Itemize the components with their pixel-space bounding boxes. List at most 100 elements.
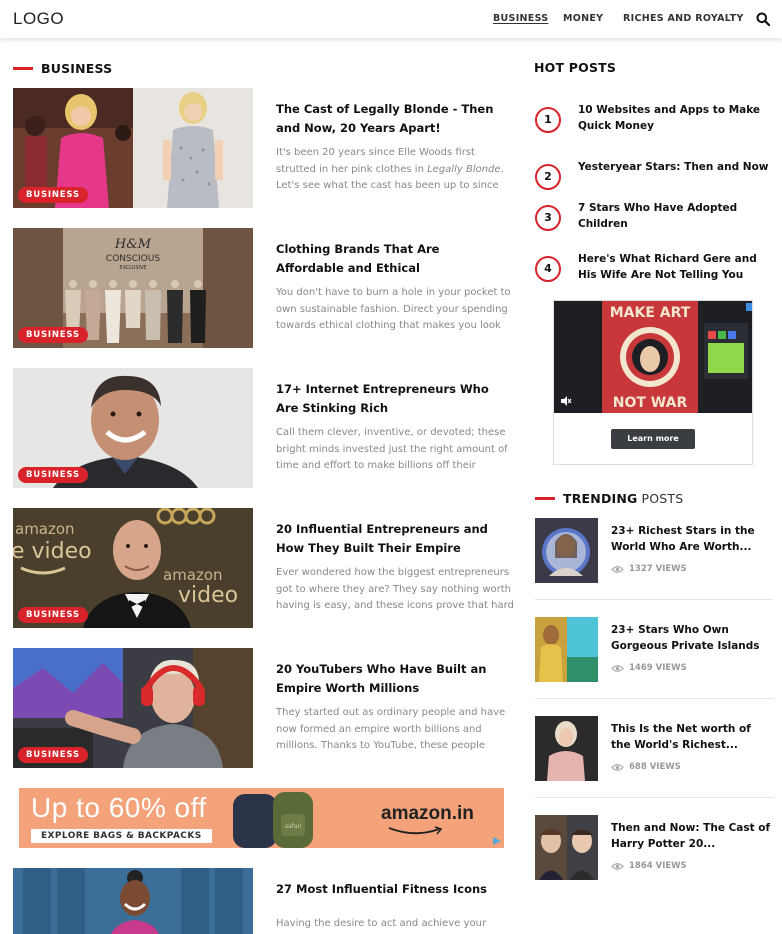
trending-post-item[interactable]: This Is the Net worth of the World's Ric… <box>535 716 773 782</box>
article-thumbnail[interactable]: amazon e video amazon video BUSINESS <box>13 508 253 628</box>
amazon-brand: amazon.in <box>381 803 474 824</box>
article-thumbnail[interactable]: H&M CONSCIOUS EXCLUSIVE BUSINESS <box>13 228 253 348</box>
category-badge[interactable]: BUSINESS <box>18 187 88 203</box>
trending-heading-bold: TRENDING <box>563 491 638 506</box>
trending-thumbnail[interactable] <box>535 617 598 682</box>
poster-top-text: MAKE ART <box>610 305 691 321</box>
search-icon[interactable] <box>756 12 770 26</box>
category-badge[interactable]: BUSINESS <box>18 607 88 623</box>
mute-icon[interactable] <box>560 395 572 407</box>
trending-title[interactable]: This Is the Net worth of the World's Ric… <box>611 722 773 753</box>
category-badge[interactable]: BUSINESS <box>18 327 88 343</box>
article-thumbnail[interactable]: BUSINESS <box>13 88 253 208</box>
view-count-label: 1469 VIEWS <box>629 663 687 673</box>
eye-icon <box>611 565 624 573</box>
trending-thumbnail[interactable] <box>535 815 598 880</box>
excerpt-italic-text: Legally Blonde <box>427 163 501 175</box>
trending-post-item[interactable]: 23+ Richest Stars in the World Who Are W… <box>535 518 773 584</box>
category-badge[interactable]: BUSINESS <box>18 467 88 483</box>
trending-heading-light: POSTS <box>641 491 684 506</box>
article-thumbnail[interactable]: BUSINESS <box>13 368 253 488</box>
trending-posts-heading: TRENDING POSTS <box>535 491 683 506</box>
article-card[interactable]: 27 Most Influential Fitness Icons Having… <box>13 868 513 934</box>
article-excerpt: Ever wondered how the biggest entreprene… <box>276 567 514 611</box>
article-title[interactable]: Clothing Brands That Are Affordable and … <box>276 240 511 278</box>
ad-headline: Up to 60% off <box>31 792 207 823</box>
ad-learn-more-button[interactable]: Learn more <box>611 429 695 449</box>
trending-thumbnail[interactable] <box>535 518 598 583</box>
trending-thumbnail[interactable] <box>535 716 598 781</box>
eye-icon <box>611 763 624 771</box>
trending-title[interactable]: 23+ Richest Stars in the World Who Are W… <box>611 524 773 555</box>
hot-post-number: 1 <box>535 107 561 133</box>
trending-divider <box>535 698 773 699</box>
hot-post-item[interactable]: 4 Here's What Richard Gere and His Wife … <box>535 252 775 292</box>
backdrop-text-3: amazon <box>163 566 223 584</box>
article-excerpt: They started out as ordinary people and … <box>276 707 506 751</box>
article-thumbnail[interactable] <box>13 868 253 934</box>
backdrop-text-4: video <box>178 583 238 608</box>
article-title[interactable]: 27 Most Influential Fitness Icons <box>276 880 511 899</box>
hot-post-title[interactable]: 10 Websites and Apps to Make Quick Money <box>578 103 773 134</box>
hot-post-title[interactable]: 7 Stars Who Have Adopted Children <box>578 201 773 232</box>
hot-post-title[interactable]: Here's What Richard Gere and His Wife Ar… <box>578 252 773 283</box>
nav-riches-and-royalty[interactable]: RICHES AND ROYALTY <box>623 13 744 24</box>
section-heading-label: BUSINESS <box>41 61 113 76</box>
amazon-smile-icon <box>388 826 443 835</box>
article-card[interactable]: BUSINESS 20 YouTubers Who Have Built an … <box>13 648 513 768</box>
article-excerpt: It's been 20 years since Elle Woods firs… <box>276 145 514 195</box>
nav-business[interactable]: BUSINESS <box>493 13 548 24</box>
view-count-label: 1864 VIEWS <box>629 861 687 871</box>
hot-posts-heading: HOT POSTS <box>534 60 617 75</box>
site-logo[interactable]: LOGO <box>13 9 64 29</box>
trending-image-4 <box>535 815 598 880</box>
trending-post-item[interactable]: 23+ Stars Who Own Gorgeous Private Islan… <box>535 617 773 683</box>
hm-logo-text: H&M <box>114 237 152 252</box>
section-heading-business: BUSINESS <box>13 61 112 76</box>
article-title[interactable]: 17+ Internet Entrepreneurs Who Are Stink… <box>276 380 511 418</box>
trending-image-1 <box>535 518 598 583</box>
trending-title[interactable]: 23+ Stars Who Own Gorgeous Private Islan… <box>611 623 773 654</box>
article-card[interactable]: H&M CONSCIOUS EXCLUSIVE BUSINESS Clothin… <box>13 228 513 348</box>
hot-post-number: 2 <box>535 164 561 190</box>
heading-accent-bar <box>13 67 33 70</box>
hot-post-item[interactable]: 2 Yesteryear Stars: Then and Now <box>535 160 775 200</box>
article-thumbnail[interactable]: BUSINESS <box>13 648 253 768</box>
adchoices-icon[interactable] <box>492 836 502 846</box>
article-card[interactable]: amazon e video amazon video BUSINESS 20 … <box>13 508 514 628</box>
eye-icon <box>611 862 624 870</box>
hot-post-title[interactable]: Yesteryear Stars: Then and Now <box>578 160 773 176</box>
article-excerpt: You don't have to burn a hole in your po… <box>276 287 511 331</box>
view-count: 1469 VIEWS <box>611 663 687 673</box>
view-count: 688 VIEWS <box>611 762 681 772</box>
view-count: 1864 VIEWS <box>611 861 687 871</box>
ad-subline: EXPLORE BAGS & BACKPACKS <box>31 829 212 843</box>
category-badge[interactable]: BUSINESS <box>18 747 88 763</box>
eye-icon <box>611 664 624 672</box>
trending-divider <box>535 797 773 798</box>
trending-title[interactable]: Then and Now: The Cast of Harry Potter 2… <box>611 821 773 852</box>
trending-post-item[interactable]: Then and Now: The Cast of Harry Potter 2… <box>535 815 773 881</box>
view-count-label: 688 VIEWS <box>629 762 681 772</box>
article-excerpt: Having the desire to act and achieve you… <box>276 918 487 929</box>
hot-post-number: 4 <box>535 256 561 282</box>
backpack-icon: safari <box>233 792 313 848</box>
trending-divider <box>535 599 773 600</box>
article-card[interactable]: BUSINESS 17+ Internet Entrepreneurs Who … <box>13 368 513 488</box>
view-count-label: 1327 VIEWS <box>629 564 687 574</box>
hm-conscious-text: CONSCIOUS <box>106 254 160 264</box>
hot-post-item[interactable]: 3 7 Stars Who Have Adopted Children <box>535 201 775 241</box>
backdrop-text-1: amazon <box>15 520 75 538</box>
trending-image-3 <box>535 716 598 781</box>
amazon-banner-ad[interactable]: Up to 60% off EXPLORE BAGS & BACKPACKS s… <box>19 788 504 848</box>
top-navbar: LOGO BUSINESS MONEY RICHES AND ROYALTY <box>0 0 782 38</box>
article-title[interactable]: 20 YouTubers Who Have Built an Empire Wo… <box>276 660 511 698</box>
ad-poster-image: MAKE ART NOT WAR <box>554 301 752 413</box>
nav-money[interactable]: MONEY <box>563 13 603 24</box>
article-title[interactable]: 20 Influential Entrepreneurs and How The… <box>276 520 511 558</box>
article-card[interactable]: BUSINESS The Cast of Legally Blonde - Th… <box>13 88 513 208</box>
article-title[interactable]: The Cast of Legally Blonde - Then and No… <box>276 100 511 138</box>
fitness-icon-photo <box>13 868 253 934</box>
hot-post-item[interactable]: 1 10 Websites and Apps to Make Quick Mon… <box>535 103 775 143</box>
sidebar-ad[interactable]: MAKE ART NOT WAR Learn more <box>553 300 753 465</box>
